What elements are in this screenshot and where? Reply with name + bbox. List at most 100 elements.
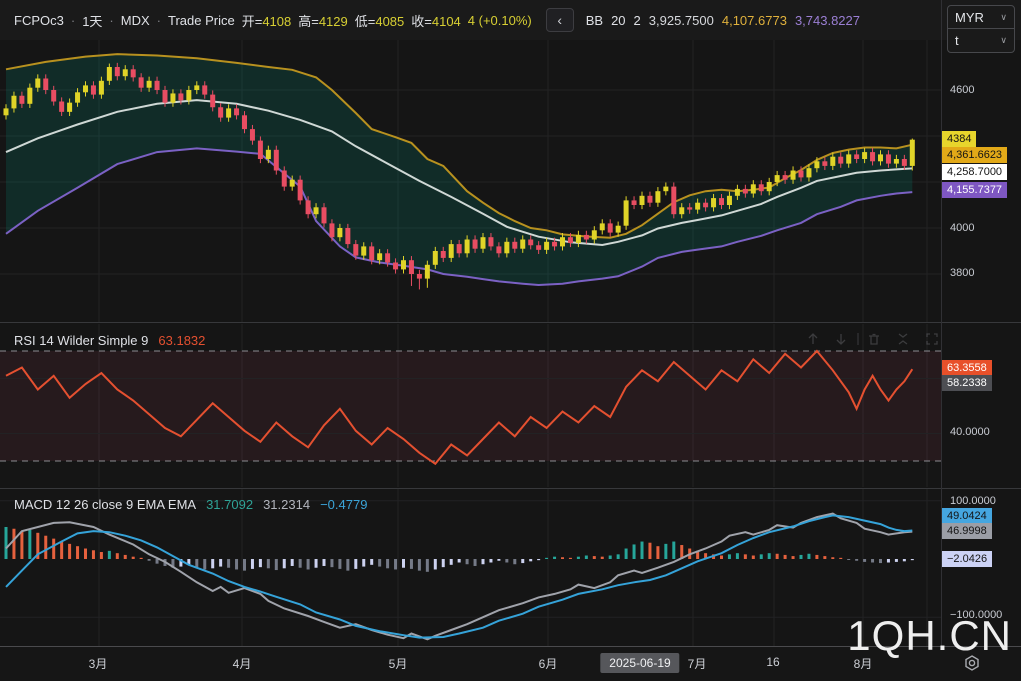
macd-histogram-bar [800,555,803,559]
macd-histogram-bar [879,559,882,563]
crosshair-date-badge: 2025-06-19 [600,653,679,673]
price-axis-label: 3800 [950,267,974,279]
price-axis-badge: 4,155.7377 [942,182,1007,198]
candle-body [854,154,859,159]
macd-histogram-bar [625,549,628,559]
legend-collapse-button[interactable]: ‹ [546,8,574,32]
currency-dropdown[interactable]: MYR ∨ [948,6,1014,28]
candle-body [544,242,549,250]
macd-histogram-bar [728,554,731,559]
candle-body [139,77,144,87]
macd-histogram-bar [195,559,198,567]
candle-body [170,93,175,102]
candle-body [624,200,629,225]
candle-body [465,240,470,254]
candle-body [226,108,231,117]
candle-body [830,157,835,166]
time-axis-label: 4月 [233,655,252,672]
macd-histogram-bar [855,559,858,561]
macd-histogram-bar [617,554,620,559]
maximize-icon[interactable] [927,334,937,344]
macd-histogram-bar [807,554,810,559]
candle-body [695,203,700,210]
delete-icon[interactable] [869,335,879,345]
macd-pane-chart[interactable] [0,489,941,646]
price-pane-chart[interactable] [0,40,941,323]
macd-histogram-bar [338,559,341,569]
macd-histogram-bar [895,559,898,562]
macd-histogram-bar [513,559,516,564]
candle-body [361,246,366,255]
candle-body [218,107,223,117]
collapse-icon[interactable] [899,334,907,344]
macd-legend[interactable]: MACD 12 26 close 9 EMA EMA 31.7092 31.23… [14,497,367,512]
candle-body [194,85,199,90]
macd-histogram-bar [108,551,111,559]
macd-histogram-bar [402,559,405,568]
candle-body [910,140,915,166]
candle-body [147,81,152,88]
candle-body [377,253,382,260]
candle-body [258,141,263,159]
price-axis-badge: 4,361.6623 [942,147,1007,163]
rsi-pane-chart[interactable] [0,324,941,487]
macd-histogram-bar [768,553,771,559]
macd-histogram-bar [140,558,143,559]
bollinger-legend[interactable]: BB 20 2 3,925.7500 4,107.6773 3,743.8227 [586,13,860,28]
macd-histogram-bar [219,559,222,567]
chevron-down-icon: ∨ [1000,12,1007,23]
main-symbol-legend[interactable]: FCPOc3 · 1天 · MDX · Trade Price 开=4108 高… [0,11,532,30]
macd-histogram-bar [585,556,588,559]
price-scale-axis[interactable] [941,0,1021,681]
macd-histogram-bar [569,558,572,559]
macd-histogram-bar [235,559,238,569]
candle-body [19,96,24,104]
candle-body [799,171,804,178]
macd-histogram-bar [291,559,294,566]
macd-histogram-bar [386,559,389,568]
interval-label[interactable]: 1天 [82,11,102,30]
macd-histogram-bar [20,531,23,559]
candle-body [322,207,327,223]
macd-axis-badge: 49.0424 [942,508,992,524]
macd-histogram-bar [784,555,787,559]
macd-histogram-bar [434,559,437,569]
candle-body [401,260,406,269]
macd-histogram-bar [641,542,644,559]
macd-histogram-bar [203,559,206,569]
macd-histogram-bar [28,530,31,559]
macd-histogram-bar [497,559,500,561]
candle-body [727,196,732,205]
move-down-icon[interactable] [837,334,845,344]
macd-histogram-bar [847,559,850,560]
macd-histogram-bar [76,546,79,559]
macd-histogram-bar [132,557,135,559]
move-up-icon[interactable] [809,334,817,344]
candle-body [838,157,843,164]
macd-hist-value: 31.7092 [206,497,253,512]
bb-basis-value: 3,925.7500 [649,13,714,28]
macd-histogram-bar [100,552,103,559]
candle-body [457,244,462,253]
price-axis-label: 4600 [950,84,974,96]
candle-body [345,228,350,244]
macd-histogram-bar [505,559,508,562]
macd-histogram-bar [664,544,667,559]
candle-body [679,207,684,214]
rsi-macd-divider[interactable] [0,488,1021,489]
price-rsi-divider[interactable] [0,322,1021,323]
macd-histogram-bar [148,559,151,561]
symbol-name[interactable]: FCPOc3 [14,13,64,28]
candle-body [298,180,303,201]
unit-dropdown[interactable]: t ∨ [948,29,1014,51]
macd-histogram-bar [307,559,310,569]
candle-body [767,182,772,191]
macd-title: MACD 12 26 close 9 EMA EMA [14,497,196,512]
candle-body [735,189,740,196]
bb-upper-value: 4,107.6773 [722,13,787,28]
rsi-legend[interactable]: RSI 14 Wilder Simple 9 63.1832 [14,333,205,348]
candle-body [11,96,16,109]
time-axis-label: 6月 [539,655,558,672]
candle-body [393,263,398,270]
candle-body [822,161,827,166]
